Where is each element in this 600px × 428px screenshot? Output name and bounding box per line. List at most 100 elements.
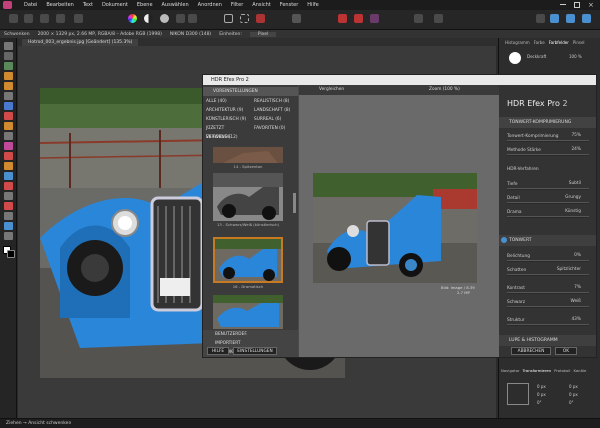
category-favoriten[interactable]: FAVORITEN (0) xyxy=(251,124,298,133)
red-eye-icon[interactable] xyxy=(4,112,13,120)
slider-track[interactable] xyxy=(507,202,589,204)
levels-icon[interactable] xyxy=(144,14,153,23)
section-tone-compression[interactable]: TONWERT-KOMPRIMIERUNG xyxy=(499,117,596,128)
pencil-tool-icon[interactable] xyxy=(4,82,13,90)
menu-fenster[interactable]: Fenster xyxy=(280,2,299,8)
compare-view-button[interactable]: Vergleichen xyxy=(319,87,344,92)
slider-track[interactable] xyxy=(507,216,589,218)
category-kuenstlerisch[interactable]: KÜNSTLERISCH (9) xyxy=(203,115,250,124)
tab-kanaele[interactable]: Kanäle xyxy=(573,368,586,373)
snapping-icon[interactable] xyxy=(414,14,423,23)
gradient-tool-icon[interactable] xyxy=(4,172,13,180)
help-button[interactable]: HILFE xyxy=(207,347,229,355)
opacity-value[interactable]: 100 % xyxy=(569,54,582,59)
transform-x[interactable]: 0 px xyxy=(537,383,546,391)
presets-scrollbar[interactable] xyxy=(293,193,296,213)
menu-hilfe[interactable]: Hilfe xyxy=(307,2,318,8)
persona-photo-icon[interactable] xyxy=(9,14,18,23)
tab-farbfelder[interactable]: Farbfelder xyxy=(549,40,569,45)
help-icon[interactable] xyxy=(566,14,575,23)
zoom-button[interactable]: Zoom (100 %) xyxy=(429,87,460,92)
category-landschaft[interactable]: LANDSCHAFT (8) xyxy=(251,106,298,115)
hsl-icon[interactable] xyxy=(176,14,185,23)
preset-thumb-16-selected[interactable] xyxy=(213,237,283,283)
selection-brush-icon[interactable] xyxy=(4,92,13,100)
transform-w[interactable]: 0 px xyxy=(569,383,578,391)
pen-tool-icon[interactable] xyxy=(4,192,13,200)
tab-transformieren[interactable]: Transformieren xyxy=(523,368,552,373)
white-balance-icon[interactable] xyxy=(160,14,169,23)
units-select[interactable]: Pixel xyxy=(249,31,277,37)
persona-export-icon[interactable] xyxy=(74,14,83,23)
slider-track[interactable] xyxy=(507,306,589,308)
blur-tool-icon[interactable] xyxy=(4,142,13,150)
selection-intersect-icon[interactable] xyxy=(240,14,249,23)
shape-tool-icon[interactable] xyxy=(4,202,13,210)
category-fokus[interactable]: EK FOKUS (12) xyxy=(203,133,250,142)
selection-add-icon[interactable] xyxy=(292,14,301,23)
preset-thumb-next[interactable] xyxy=(213,295,283,329)
selection-marquee-icon[interactable] xyxy=(224,14,233,23)
menu-ansicht[interactable]: Ansicht xyxy=(252,2,270,8)
category-realistisch[interactable]: REALISTISCH (8) xyxy=(251,97,298,106)
slider-track[interactable] xyxy=(507,188,589,190)
settings-button[interactable]: EINSTELLUNGEN xyxy=(233,347,277,355)
text-tool-icon[interactable] xyxy=(4,212,13,220)
tab-protokoll[interactable]: Protokoll xyxy=(554,368,570,373)
preset-thumb-13[interactable] xyxy=(213,173,283,221)
tab-farbe[interactable]: Farbe xyxy=(534,40,545,45)
view-tool-icon[interactable] xyxy=(4,52,13,60)
maximize-icon[interactable] xyxy=(574,2,580,8)
menu-text[interactable]: Text xyxy=(83,2,93,8)
tab-navigator[interactable]: Navigator xyxy=(501,368,520,373)
menu-auswaehlen[interactable]: Auswählen xyxy=(162,2,189,8)
eyedropper-icon[interactable] xyxy=(4,222,13,230)
inpainting-icon[interactable] xyxy=(4,152,13,160)
slider-track[interactable] xyxy=(507,274,589,276)
preset-thumb-14[interactable] xyxy=(213,147,283,163)
quickmask-icon[interactable] xyxy=(256,14,265,23)
close-icon[interactable]: × xyxy=(588,1,594,9)
mask-icon[interactable] xyxy=(370,14,379,23)
tab-pinsel[interactable]: Pinsel xyxy=(573,40,585,45)
slider-schwarz[interactable]: Schwarz Weiß xyxy=(507,299,589,308)
slider-detail[interactable]: Detail Grungy xyxy=(507,195,589,204)
presets-header[interactable]: VOREINSTELLUNGEN xyxy=(203,87,298,96)
menu-filter[interactable]: Filter xyxy=(231,2,243,8)
menu-anordnen[interactable]: Anordnen xyxy=(198,2,222,8)
assistant-icon[interactable] xyxy=(536,14,545,23)
zoom-tool-icon[interactable] xyxy=(4,232,13,240)
slider-struktur[interactable]: Struktur 43% xyxy=(507,317,589,326)
section-toggle-icon[interactable] xyxy=(501,237,507,243)
menu-ebene[interactable]: Ebene xyxy=(137,2,153,8)
transform-h[interactable]: 0 px xyxy=(569,391,578,399)
paint-brush-icon[interactable] xyxy=(4,72,13,80)
section-tonwert[interactable]: TONWERT xyxy=(499,235,596,246)
current-color-icon[interactable] xyxy=(509,52,521,64)
category-alle[interactable]: ALLE (40) xyxy=(203,97,250,106)
flood-fill-icon[interactable] xyxy=(4,102,13,110)
slider-methode-staerke[interactable]: Methode Stärke 24% xyxy=(507,147,589,156)
slider-tiefe[interactable]: Tiefe Subtil xyxy=(507,181,589,190)
brush-mode-2-icon[interactable] xyxy=(354,14,363,23)
clone-tool-icon[interactable] xyxy=(4,122,13,130)
transform-shear[interactable]: 0° xyxy=(569,399,578,407)
preview-image[interactable] xyxy=(313,173,477,283)
brush-mode-icon[interactable] xyxy=(338,14,347,23)
color-wheel-icon[interactable] xyxy=(128,14,137,23)
eraser-icon[interactable] xyxy=(4,162,13,170)
share-icon[interactable] xyxy=(550,14,559,23)
category-zuletzt[interactable]: JÜZETZT VERWENDE xyxy=(203,124,250,140)
arrange-icon[interactable] xyxy=(434,14,443,23)
slider-drama[interactable]: Drama Künstig xyxy=(507,209,589,218)
menu-bearbeiten[interactable]: Bearbeiten xyxy=(46,2,73,8)
slider-belichtung[interactable]: Belichtung 0% xyxy=(507,253,589,262)
section-benutzerdef[interactable]: BENUTZERDEF. xyxy=(203,330,298,339)
persona-tonemap-icon[interactable] xyxy=(56,14,65,23)
minimize-icon[interactable] xyxy=(560,4,566,5)
slider-schatten[interactable]: Schatten Spitzlichter xyxy=(507,267,589,276)
transform-anchor-icon[interactable] xyxy=(507,383,529,405)
document-tab[interactable]: Hotrod_003_ergebnis.jpg [Geändert] (135.… xyxy=(22,39,139,46)
menu-datei[interactable]: Datei xyxy=(24,2,37,8)
patch-tool-icon[interactable] xyxy=(4,182,13,190)
